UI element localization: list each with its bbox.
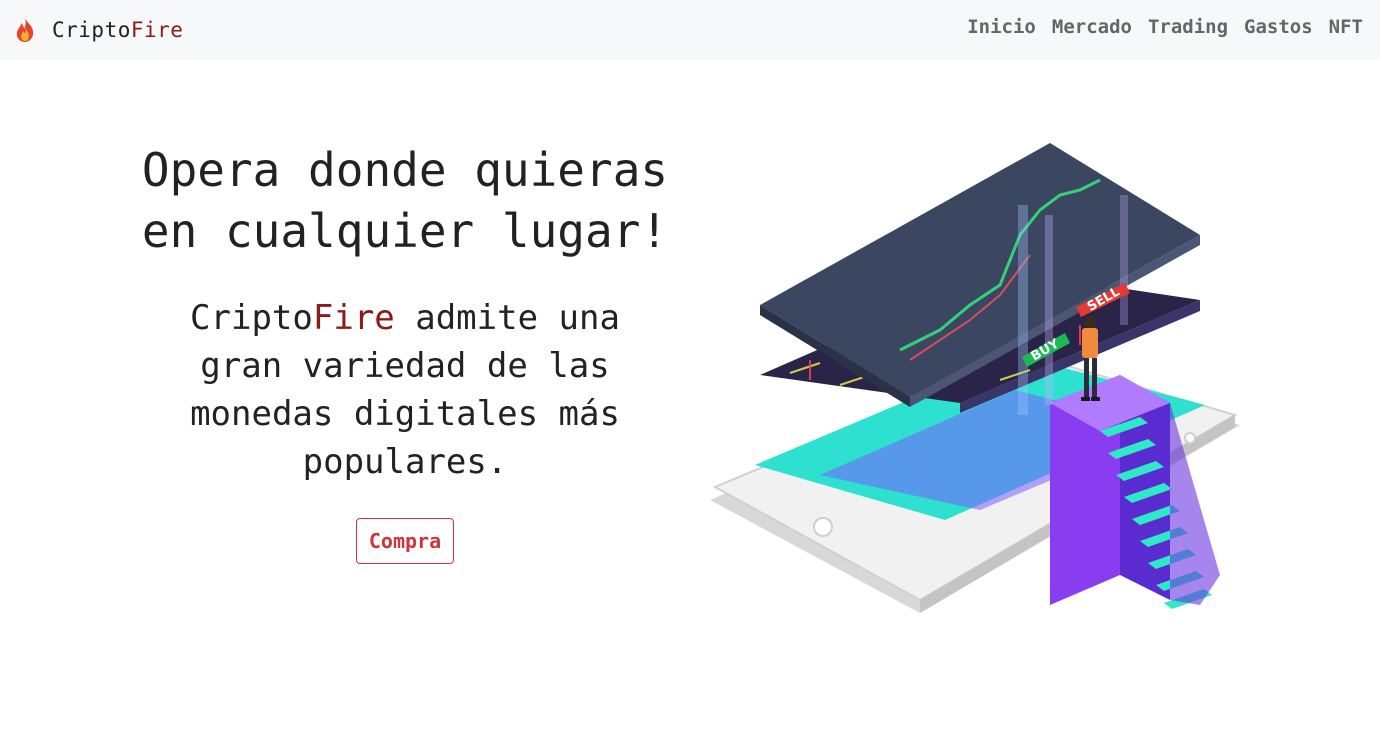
brand-name: CriptoFire (52, 18, 183, 42)
description-brand-part1: Cripto (190, 298, 313, 338)
headline-line-1: Opera donde quieras (141, 143, 669, 197)
nav-link-inicio[interactable]: Inicio (967, 16, 1036, 38)
nav-menu: Inicio Mercado Trading Gastos NFT (967, 16, 1363, 38)
description-brand-part2: Fire (312, 298, 395, 338)
fire-icon (16, 18, 34, 42)
hero-section: Opera donde quieras en cualquier lugar! … (100, 140, 710, 564)
buy-button[interactable]: Compra (355, 518, 455, 564)
brand-name-part2: Fire (130, 18, 184, 42)
nav-link-nft[interactable]: NFT (1329, 16, 1363, 38)
headline-line-2: en cualquier lugar! (141, 204, 669, 258)
hero-headline: Opera donde quieras en cualquier lugar! (100, 140, 710, 262)
trading-illustration: BUY SELL (710, 143, 1240, 613)
nav-link-mercado[interactable]: Mercado (1052, 16, 1132, 38)
brand-name-part1: Cripto (52, 18, 131, 42)
brand-logo[interactable]: CriptoFire (12, 14, 183, 46)
hero-description: CriptoFire admite una gran variedad de l… (165, 294, 645, 486)
navbar: CriptoFire Inicio Mercado Trading Gastos… (0, 0, 1380, 60)
nav-link-gastos[interactable]: Gastos (1244, 16, 1313, 38)
nav-link-trading[interactable]: Trading (1148, 16, 1228, 38)
